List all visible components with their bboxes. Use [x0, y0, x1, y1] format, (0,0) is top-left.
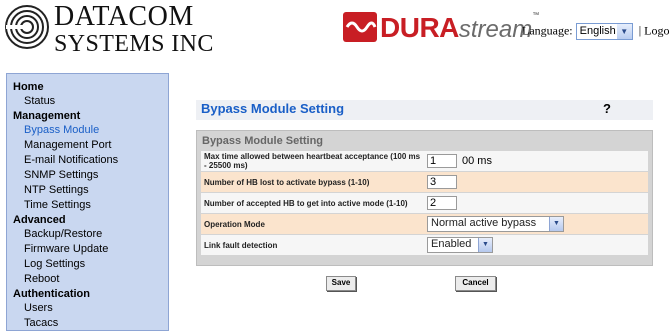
- sidebar-item-firmware-update[interactable]: Firmware Update: [7, 242, 168, 257]
- company-name: DATACOM SYSTEMS INC: [54, 1, 214, 58]
- field-label: Operation Mode: [204, 219, 265, 229]
- link-fault-value: Enabled: [431, 238, 472, 250]
- sidebar-item-users[interactable]: Users: [7, 301, 168, 316]
- field-row-hb-lost: Number of HB lost to activate bypass (1-…: [201, 172, 648, 192]
- company-line1: DATACOM: [54, 1, 194, 32]
- max-time-unit: 00 ms: [462, 155, 492, 167]
- cancel-button[interactable]: Cancel: [455, 276, 496, 291]
- sidebar: Home Status Management Bypass Module Man…: [6, 73, 169, 331]
- language-label: Language:: [522, 23, 573, 38]
- sidebar-item-reboot[interactable]: Reboot: [7, 272, 168, 287]
- separator: |: [638, 23, 642, 38]
- brand-dura: DURA: [380, 12, 459, 43]
- durastream-wave-icon: [343, 12, 377, 42]
- panel-title: Bypass Module Setting: [202, 135, 324, 147]
- sidebar-item-backup-restore[interactable]: Backup/Restore: [7, 227, 168, 242]
- field-row-max-time: Max time allowed between heartbeat accep…: [201, 151, 648, 171]
- sidebar-item-tacacs[interactable]: Tacacs: [7, 316, 168, 331]
- max-time-input[interactable]: [427, 154, 457, 168]
- sidebar-section-management: Management: [13, 110, 81, 122]
- field-row-operation-mode: Operation Mode Normal active bypass ▼: [201, 214, 648, 234]
- link-fault-select[interactable]: Enabled ▼: [427, 237, 493, 253]
- sidebar-item-log-settings[interactable]: Log Settings: [7, 257, 168, 272]
- page-title-bar: Bypass Module Setting ?: [196, 100, 653, 120]
- sidebar-section-advanced: Advanced: [13, 214, 66, 226]
- field-label: Number of HB lost to activate bypass (1-…: [204, 177, 370, 187]
- field-row-link-fault: Link fault detection Enabled ▼: [201, 235, 648, 255]
- hb-accepted-input[interactable]: [427, 196, 457, 210]
- sidebar-section-authentication: Authentication: [13, 288, 90, 300]
- save-button[interactable]: Save: [326, 276, 356, 291]
- language-value: English: [579, 25, 616, 37]
- chevron-down-icon: ▼: [616, 24, 632, 39]
- datacom-logo-icon: [5, 5, 49, 49]
- field-label: Max time allowed between heartbeat accep…: [204, 152, 421, 170]
- sidebar-item-management-port[interactable]: Management Port: [7, 138, 168, 153]
- sidebar-item-time-settings[interactable]: Time Settings: [7, 198, 168, 213]
- sidebar-item-ntp-settings[interactable]: NTP Settings: [7, 183, 168, 198]
- chevron-down-icon: ▼: [549, 217, 563, 231]
- sidebar-item-email-notifications[interactable]: E-mail Notifications: [7, 153, 168, 168]
- help-icon[interactable]: ?: [603, 101, 611, 116]
- bypass-settings-panel: Bypass Module Setting Max time allowed b…: [196, 130, 653, 266]
- operation-mode-select[interactable]: Normal active bypass ▼: [427, 216, 564, 232]
- sidebar-item-bypass-module[interactable]: Bypass Module: [7, 123, 168, 138]
- chevron-down-icon: ▼: [478, 238, 492, 252]
- durastream-wordmark: DURAstream™: [380, 12, 539, 44]
- logout-link[interactable]: Logout: [644, 23, 669, 37]
- field-label: Link fault detection: [204, 240, 278, 250]
- operation-mode-value: Normal active bypass: [431, 217, 537, 229]
- hb-lost-input[interactable]: [427, 175, 457, 189]
- sidebar-item-snmp-settings[interactable]: SNMP Settings: [7, 168, 168, 183]
- field-label: Number of accepted HB to get into active…: [204, 198, 408, 208]
- page-title: Bypass Module Setting: [201, 101, 345, 116]
- company-line2: SYSTEMS INC: [54, 31, 214, 57]
- brand-tm: ™: [532, 12, 540, 19]
- language-bar: Language: English▼ |Logout: [522, 23, 669, 40]
- sidebar-item-status[interactable]: Status: [7, 94, 168, 109]
- sidebar-section-home[interactable]: Home: [7, 80, 168, 94]
- language-select[interactable]: English ▼: [575, 23, 633, 40]
- field-row-hb-accepted: Number of accepted HB to get into active…: [201, 193, 648, 213]
